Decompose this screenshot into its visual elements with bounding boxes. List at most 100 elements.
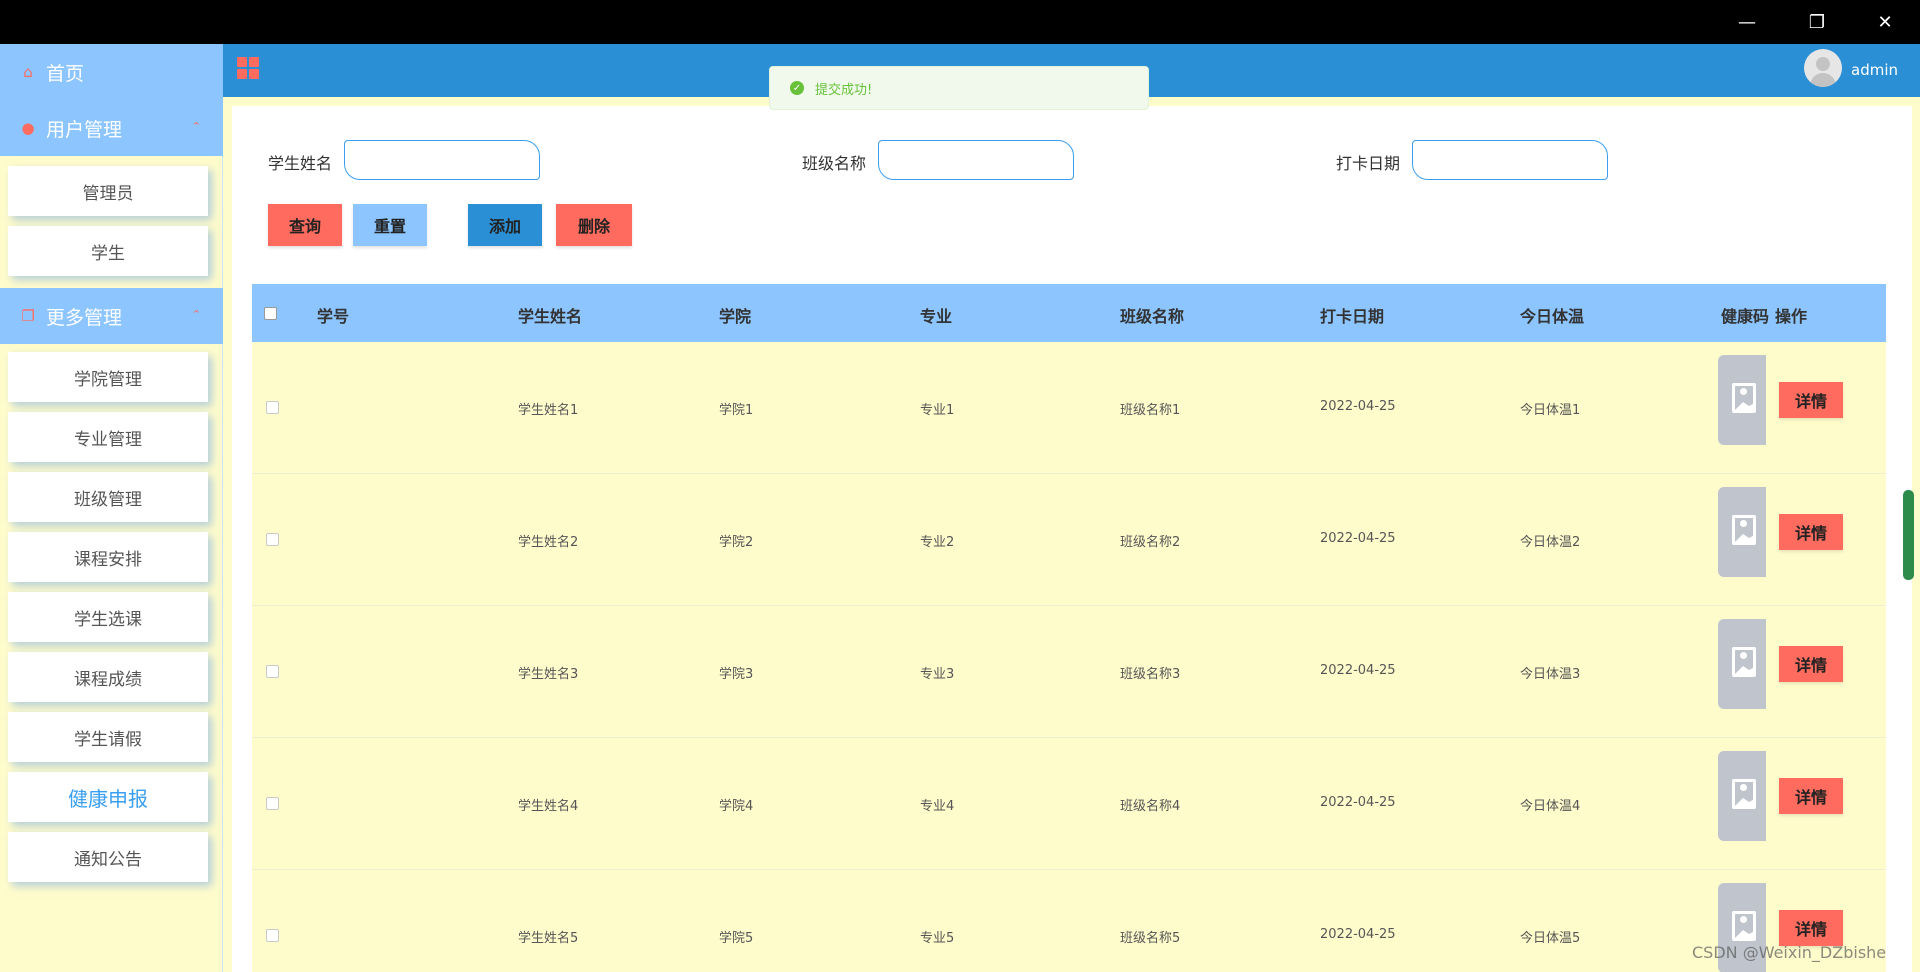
col-actions: 操作 (1775, 307, 1808, 326)
class-name-input[interactable] (878, 140, 1074, 180)
check-circle-icon: ✓ (790, 81, 804, 95)
cell-major: 专业1 (920, 403, 955, 418)
col-temperature: 今日体温 (1520, 307, 1585, 326)
row-checkbox[interactable] (266, 533, 279, 546)
sidebar-item-label: 班级管理 (74, 489, 142, 510)
sidebar-home[interactable]: ⌂ 首页 (0, 44, 223, 100)
table-header: 学号 学生姓名 学院 专业 班级名称 打卡日期 今日体温 健康码 操作 (252, 284, 1886, 342)
main-content: 学生姓名 班级名称 打卡日期 查询 重置 添加 删除 学号 学生姓名 学院 专业… (232, 106, 1912, 972)
table-row: 学生姓名5 学院5 专业5 班级名称5 2022-04-25 今日体温5 详情 (252, 870, 1886, 972)
sidebar-item-label: 学生请假 (74, 729, 142, 750)
col-class-name: 班级名称 (1120, 307, 1185, 326)
health-code-image[interactable] (1718, 487, 1766, 577)
col-health-code: 健康码 (1721, 307, 1770, 326)
cell-student-name: 学生姓名1 (518, 403, 579, 418)
row-checkbox[interactable] (266, 665, 279, 678)
checkin-date-input[interactable] (1412, 140, 1608, 180)
minimize-icon[interactable]: — (1712, 0, 1782, 44)
home-icon: ⌂ (23, 63, 33, 81)
toast-message: 提交成功! (815, 82, 873, 98)
student-name-input[interactable] (344, 140, 540, 180)
table-row: 学生姓名1 学院1 专业1 班级名称1 2022-04-25 今日体温1 详情 (252, 342, 1886, 474)
sidebar-item-leave[interactable]: 学生请假 (8, 712, 208, 762)
watermark: CSDN @Weixin_DZbishe (1692, 943, 1887, 962)
cell-class-name: 班级名称4 (1120, 799, 1181, 814)
table-row: 学生姓名4 学院4 专业4 班级名称4 2022-04-25 今日体温4 详情 (252, 738, 1886, 870)
cell-college: 学院4 (719, 799, 754, 814)
cell-temperature: 今日体温3 (1520, 667, 1581, 682)
cell-class-name: 班级名称2 (1120, 535, 1181, 550)
sidebar-home-label: 首页 (46, 62, 85, 85)
sidebar-item-label: 专业管理 (74, 429, 142, 450)
sidebar-item-notice[interactable]: 通知公告 (8, 832, 208, 882)
avatar[interactable] (1804, 49, 1842, 87)
cell-student-name: 学生姓名2 (518, 535, 579, 550)
add-button[interactable]: 添加 (468, 204, 542, 246)
cell-major: 专业3 (920, 667, 955, 682)
menu-grid-icon[interactable] (237, 57, 259, 79)
row-checkbox[interactable] (266, 401, 279, 414)
sidebar-item-course-schedule[interactable]: 课程安排 (8, 532, 208, 582)
cell-class-name: 班级名称3 (1120, 667, 1181, 682)
health-code-image[interactable] (1718, 619, 1766, 709)
row-checkbox[interactable] (266, 929, 279, 942)
detail-button[interactable]: 详情 (1779, 646, 1843, 682)
col-checkin-date: 打卡日期 (1320, 307, 1385, 326)
sidebar-item-major[interactable]: 专业管理 (8, 412, 208, 462)
cell-checkin-date: 2022-04-25 (1320, 795, 1396, 810)
sidebar-item-course-select[interactable]: 学生选课 (8, 592, 208, 642)
cell-checkin-date: 2022-04-25 (1320, 399, 1396, 414)
cell-college: 学院3 (719, 667, 754, 682)
row-checkbox[interactable] (266, 797, 279, 810)
cell-student-name: 学生姓名4 (518, 799, 579, 814)
cell-checkin-date: 2022-04-25 (1320, 663, 1396, 678)
detail-button[interactable]: 详情 (1779, 910, 1843, 946)
sidebar-item-class[interactable]: 班级管理 (8, 472, 208, 522)
close-icon[interactable]: ✕ (1850, 0, 1920, 44)
sidebar-item-label: 学生选课 (74, 609, 142, 630)
sidebar-item-admin[interactable]: 管理员 (8, 166, 208, 216)
col-major: 专业 (920, 307, 953, 326)
sidebar-item-label: 学院管理 (74, 369, 142, 390)
sidebar-group-more[interactable]: ❐ 更多管理 ⌃ (0, 288, 223, 344)
sidebar-item-label: 健康申报 (68, 786, 148, 811)
sidebar-item-course-score[interactable]: 课程成绩 (8, 652, 208, 702)
cell-temperature: 今日体温5 (1520, 931, 1581, 946)
cell-college: 学院1 (719, 403, 754, 418)
health-code-image[interactable] (1718, 355, 1766, 445)
sidebar-item-label: 管理员 (82, 183, 134, 204)
chevron-up-icon: ⌃ (191, 120, 201, 133)
restore-icon[interactable]: ❐ (1782, 0, 1852, 44)
cell-student-name: 学生姓名3 (518, 667, 579, 682)
class-name-label: 班级名称 (802, 154, 867, 173)
detail-button[interactable]: 详情 (1779, 382, 1843, 418)
sidebar-group-user[interactable]: ● 用户管理 ⌃ (0, 100, 223, 156)
sidebar-item-label: 课程成绩 (74, 669, 142, 690)
delete-button[interactable]: 删除 (556, 204, 632, 246)
checkin-date-label: 打卡日期 (1336, 154, 1401, 173)
sidebar-item-student[interactable]: 学生 (8, 226, 208, 276)
user-icon: ● (21, 119, 35, 137)
page-scrollbar[interactable] (1903, 490, 1914, 580)
query-button[interactable]: 查询 (268, 204, 342, 246)
reset-button[interactable]: 重置 (353, 204, 427, 246)
cell-class-name: 班级名称5 (1120, 931, 1181, 946)
sidebar-item-label: 学生 (91, 243, 125, 264)
cell-major: 专业5 (920, 931, 955, 946)
chevron-up-icon: ⌃ (191, 308, 201, 321)
cell-class-name: 班级名称1 (1120, 403, 1181, 418)
cell-college: 学院2 (719, 535, 754, 550)
cell-checkin-date: 2022-04-25 (1320, 531, 1396, 546)
student-name-label: 学生姓名 (268, 154, 333, 173)
detail-button[interactable]: 详情 (1779, 778, 1843, 814)
select-all-checkbox[interactable] (264, 307, 277, 320)
sidebar-group-more-label: 更多管理 (46, 306, 123, 329)
detail-button[interactable]: 详情 (1779, 514, 1843, 550)
sidebar-item-college[interactable]: 学院管理 (8, 352, 208, 402)
window-titlebar: — ❐ ✕ (0, 0, 1920, 44)
sidebar-item-health-report[interactable]: 健康申报 (8, 772, 208, 822)
copy-icon: ❐ (21, 307, 35, 325)
cell-temperature: 今日体温4 (1520, 799, 1581, 814)
health-code-image[interactable] (1718, 751, 1766, 841)
user-name[interactable]: admin (1851, 61, 1898, 79)
